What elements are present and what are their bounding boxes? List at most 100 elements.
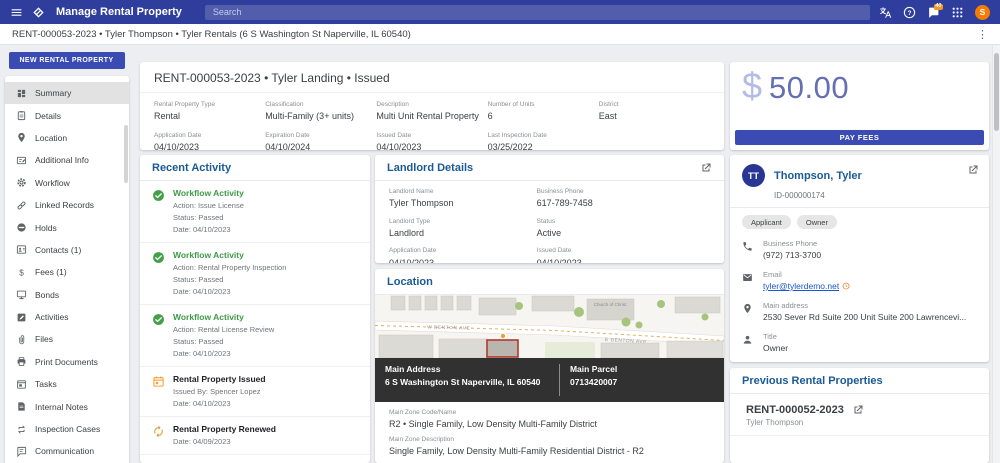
activity-status-icon xyxy=(152,425,165,438)
contact-info-label: Email xyxy=(763,270,850,279)
record-field: Expiration Date 04/10/2024 xyxy=(265,132,376,150)
sidebar-item[interactable]: Internal Notes xyxy=(5,395,129,417)
page-scrollbar-thumb[interactable] xyxy=(994,53,999,131)
sidebar-item-label: Internal Notes xyxy=(35,402,88,412)
help-icon[interactable] xyxy=(903,6,916,19)
previous-rental-number[interactable]: RENT-000052-2023 xyxy=(746,404,844,416)
sidebar-item-label: Contacts (1) xyxy=(35,245,81,255)
activity-details: Date: 04/09/2023 xyxy=(173,436,276,448)
record-field: Description Multi Unit Rental Property xyxy=(376,101,487,123)
field-value: Landlord xyxy=(389,228,537,239)
activity-status-icon xyxy=(152,189,165,202)
contact-info-label: Title xyxy=(763,332,788,341)
open-record-icon[interactable] xyxy=(852,404,864,416)
sidebar-item-icon xyxy=(16,424,27,435)
sidebar-item[interactable]: Holds xyxy=(5,216,129,238)
record-field: Application Date 04/10/2023 xyxy=(154,132,265,150)
page-scrollbar[interactable] xyxy=(992,45,1000,463)
contact-info-icon xyxy=(742,334,753,345)
record-summary-card: RENT-000053-2023 • Tyler Landing • Issue… xyxy=(140,62,724,150)
landlord-field: Landlord Name Tyler Thompson xyxy=(389,188,537,210)
activity-title: Rental Property Issued xyxy=(173,374,266,384)
sidebar-item[interactable]: Linked Records xyxy=(5,194,129,216)
activity-title: Workflow Activity xyxy=(173,312,274,322)
card-title: Previous Rental Properties xyxy=(742,375,883,387)
field-label: Description xyxy=(376,101,487,109)
contact-role-chip[interactable]: Applicant xyxy=(742,215,791,229)
sidebar-item-label: Fees (1) xyxy=(35,267,67,277)
sidebar-item[interactable]: Activities xyxy=(5,306,129,328)
apps-grid-icon[interactable] xyxy=(951,6,964,19)
sidebar-item[interactable]: Communication xyxy=(5,440,129,462)
location-card: Location Church of Christ W BENTON AVE E… xyxy=(375,269,724,463)
sidebar-item[interactable]: Details xyxy=(5,104,129,126)
recent-activity-card: Recent Activity Workflow Activity Action… xyxy=(140,155,370,463)
sidebar-item-icon xyxy=(16,244,27,255)
app-logo-icon xyxy=(32,6,45,19)
activity-details: Action: Rental License Review Status: Pa… xyxy=(173,324,274,360)
sidebar-item-label: Communication xyxy=(35,446,94,456)
map[interactable]: Church of Christ W BENTON AVE E BENTON A… xyxy=(375,295,724,402)
search-input[interactable] xyxy=(205,5,870,20)
field-value: Active xyxy=(537,228,710,239)
fee-amount: 50.00 xyxy=(769,72,849,103)
field-value: Multi Unit Rental Property xyxy=(376,111,487,122)
more-options-icon[interactable]: ⋮ xyxy=(977,28,988,41)
sidebar-item[interactable]: Contacts (1) xyxy=(5,239,129,261)
sidebar-item[interactable]: Fees (1) xyxy=(5,261,129,283)
main-parcel-label: Main Parcel xyxy=(570,364,617,374)
field-value: R2 • Single Family, Low Density Multi-Fa… xyxy=(389,419,710,430)
menu-icon[interactable] xyxy=(10,6,23,19)
sidebar-item[interactable]: Files xyxy=(5,328,129,350)
sidebar-item-icon xyxy=(16,132,27,143)
sidebar-item-icon xyxy=(16,289,27,300)
sidebar-item-label: Location xyxy=(35,133,67,143)
field-value: 6 xyxy=(488,111,599,122)
sidebar-item[interactable]: Print Documents xyxy=(5,351,129,373)
sidebar-item[interactable]: Additional Info xyxy=(5,149,129,171)
contact-info-text: tyler@tylerdemo.net xyxy=(763,281,839,291)
record-field: Last Inspection Date 03/25/2022 xyxy=(488,132,599,150)
translate-icon[interactable] xyxy=(879,6,892,19)
card-title: Landlord Details xyxy=(387,162,473,174)
contact-name[interactable]: Thompson, Tyler xyxy=(774,170,862,182)
open-landlord-icon[interactable] xyxy=(700,162,712,174)
sidebar-item[interactable]: Bonds xyxy=(5,284,129,306)
new-rental-property-button[interactable]: NEW RENTAL PROPERTY xyxy=(9,52,125,69)
record-field: Rental Property Type Rental xyxy=(154,101,265,123)
sidebar-item-label: Bonds xyxy=(35,290,59,300)
sidebar-item-label: Linked Records xyxy=(35,200,94,210)
field-value: 04/10/2024 xyxy=(265,142,376,150)
field-label: Landlord Type xyxy=(389,218,537,226)
breadcrumb: RENT-000053-2023 • Tyler Thompson • Tyle… xyxy=(12,29,411,40)
sidebar-item[interactable]: Inspection Cases xyxy=(5,418,129,440)
activity-title: Workflow Activity xyxy=(173,188,244,198)
open-contact-icon[interactable] xyxy=(967,164,979,176)
sidebar-item[interactable]: Summary xyxy=(5,82,129,104)
activity-item: Rental Property Renewed Date: 04/09/2023 xyxy=(140,417,370,455)
notification-badge: 40 xyxy=(934,4,943,11)
breadcrumb-bar: RENT-000053-2023 • Tyler Thompson • Tyle… xyxy=(0,24,1000,45)
landlord-field: Status Active xyxy=(537,218,710,240)
sidebar-item[interactable]: Location xyxy=(5,127,129,149)
field-label: Classification xyxy=(265,101,376,109)
field-label: Application Date xyxy=(154,132,265,140)
sidebar-item-label: Holds xyxy=(35,223,57,233)
sidebar-scrollbar[interactable] xyxy=(124,125,128,183)
field-label: Status xyxy=(537,218,710,226)
field-label: Last Inspection Date xyxy=(488,132,599,140)
history-icon[interactable] xyxy=(842,282,850,290)
activity-status-icon xyxy=(152,251,165,264)
sidebar-item-label: Print Documents xyxy=(35,357,98,367)
contact-info-text: (972) 713-3700 xyxy=(763,250,821,260)
contact-role-chip[interactable]: Owner xyxy=(797,215,837,229)
previous-rental-item[interactable]: RENT-000052-2023 Tyler Thompson xyxy=(730,394,989,436)
sidebar-item-icon xyxy=(16,356,27,367)
sidebar-item[interactable]: Tasks xyxy=(5,373,129,395)
user-avatar[interactable]: S xyxy=(975,5,990,20)
sidebar-item-icon xyxy=(16,177,27,188)
notifications-icon[interactable]: 40 xyxy=(927,6,940,19)
pay-fees-button[interactable]: PAY FEES xyxy=(735,130,984,145)
activity-title: Rental Property Renewed xyxy=(173,424,276,434)
sidebar-item[interactable]: Workflow xyxy=(5,172,129,194)
